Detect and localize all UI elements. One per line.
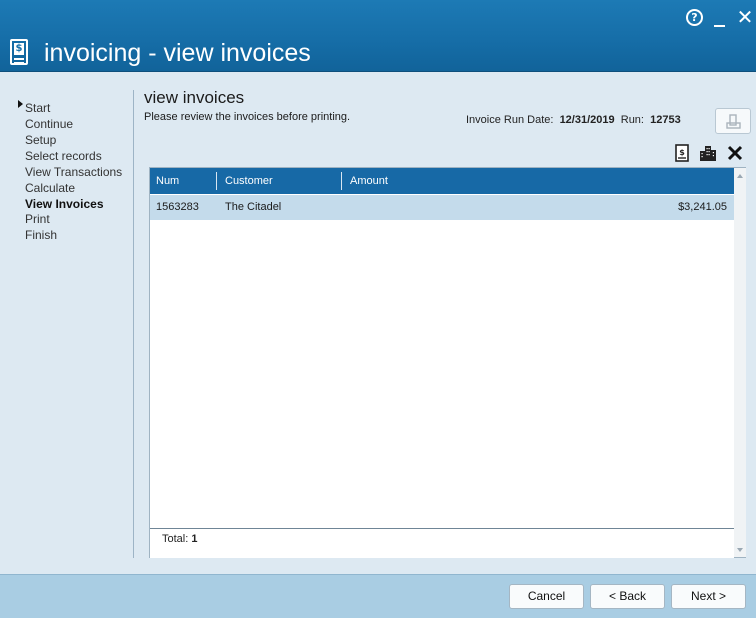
column-header-customer[interactable]: Customer bbox=[225, 175, 273, 188]
step-view-invoices[interactable]: View Invoices bbox=[25, 197, 104, 211]
minimize-button[interactable] bbox=[710, 6, 732, 28]
step-view-transactions[interactable]: View Transactions bbox=[25, 165, 122, 179]
run-info: Invoice Run Date: 12/31/2019 Run: 12753 bbox=[466, 114, 681, 127]
invoices-grid: Num Customer Amount 1563283 The Citadel … bbox=[149, 167, 746, 558]
svg-text:$: $ bbox=[679, 148, 685, 157]
current-step-arrow-icon bbox=[18, 100, 23, 108]
total-label: Total: bbox=[162, 533, 189, 545]
print-icon bbox=[726, 114, 741, 129]
buildings-icon[interactable] bbox=[699, 144, 717, 162]
grid-header: Num Customer Amount bbox=[150, 168, 734, 194]
step-setup[interactable]: Setup bbox=[25, 133, 56, 147]
page-subtitle: Please review the invoices before printi… bbox=[144, 111, 351, 123]
delete-icon[interactable] bbox=[726, 144, 744, 162]
run-date-label: Invoice Run Date: bbox=[466, 114, 554, 126]
invoice-app-icon: $ bbox=[10, 39, 28, 65]
total-value: 1 bbox=[191, 533, 198, 545]
step-start[interactable]: Start bbox=[25, 101, 50, 115]
scroll-down-icon[interactable] bbox=[737, 548, 743, 552]
title-bar: $ invoicing - view invoices ? ✕ bbox=[0, 0, 756, 72]
page-title: view invoices bbox=[144, 88, 245, 107]
next-button[interactable]: Next > bbox=[671, 584, 746, 609]
cancel-button[interactable]: Cancel bbox=[509, 584, 584, 609]
back-button[interactable]: < Back bbox=[590, 584, 665, 609]
window-title: invoicing - view invoices bbox=[44, 39, 311, 67]
table-row[interactable]: 1563283 The Citadel $3,241.05 bbox=[150, 195, 734, 220]
step-print[interactable]: Print bbox=[25, 212, 50, 226]
cell-amount: $3,241.05 bbox=[678, 201, 727, 213]
run-value: 12753 bbox=[650, 114, 681, 126]
run-label: Run: bbox=[620, 114, 644, 126]
step-continue[interactable]: Continue bbox=[25, 117, 73, 131]
print-button[interactable] bbox=[715, 108, 751, 134]
step-calculate[interactable]: Calculate bbox=[25, 181, 75, 195]
column-header-amount[interactable]: Amount bbox=[350, 175, 388, 188]
sidebar-divider bbox=[133, 90, 134, 558]
column-separator[interactable] bbox=[216, 172, 217, 190]
step-finish[interactable]: Finish bbox=[25, 228, 57, 242]
invoice-icon[interactable]: $ bbox=[673, 144, 691, 162]
cell-num: 1563283 bbox=[156, 201, 199, 213]
column-header-num[interactable]: Num bbox=[156, 175, 179, 188]
step-select-records[interactable]: Select records bbox=[25, 149, 102, 163]
help-icon[interactable]: ? bbox=[686, 9, 703, 26]
vertical-scrollbar[interactable] bbox=[734, 168, 746, 557]
total-count: Total: 1 bbox=[162, 533, 197, 546]
run-date-value: 12/31/2019 bbox=[559, 114, 615, 126]
close-button[interactable]: ✕ bbox=[734, 6, 756, 28]
scroll-up-icon[interactable] bbox=[737, 174, 743, 178]
column-separator[interactable] bbox=[341, 172, 342, 190]
grid-footer: Total: 1 bbox=[150, 528, 734, 558]
cell-customer: The Citadel bbox=[225, 201, 282, 213]
